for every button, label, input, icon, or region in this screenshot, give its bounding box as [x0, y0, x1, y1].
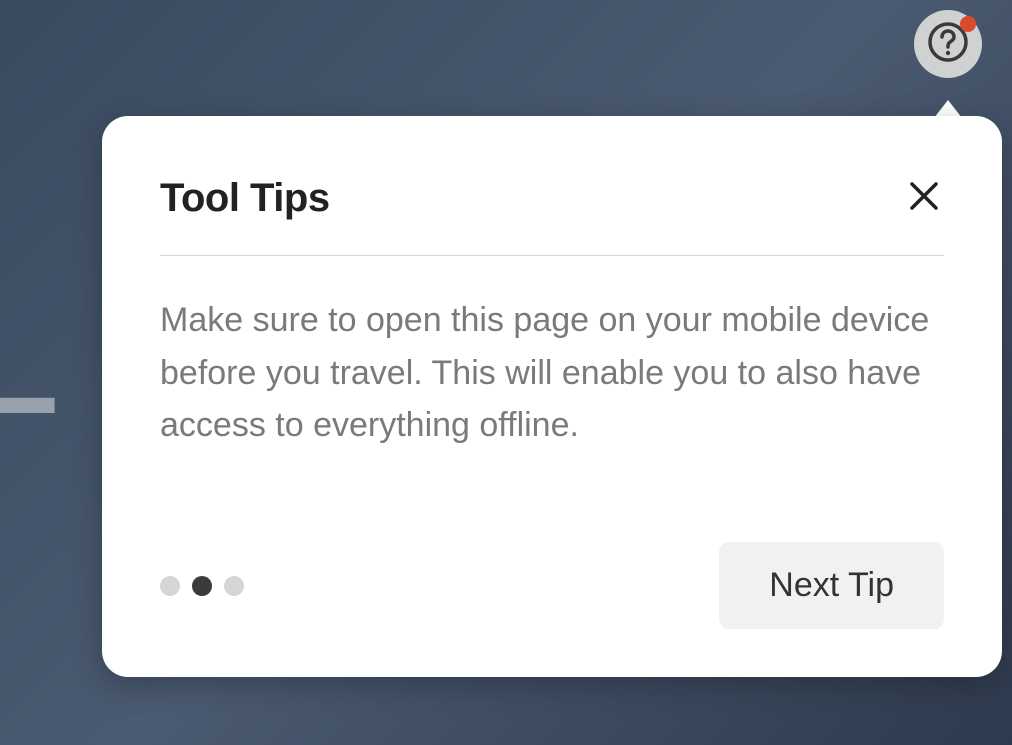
pagination-dot-2[interactable] [192, 576, 212, 596]
popover-body-text: Make sure to open this page on your mobi… [160, 256, 944, 452]
pagination-dot-3[interactable] [224, 576, 244, 596]
background-hero-text-fragment: L [0, 230, 56, 460]
popover-header: Tool Tips [160, 176, 944, 256]
popover-footer: Next Tip [160, 542, 944, 629]
help-button[interactable] [914, 10, 982, 78]
pagination-dot-1[interactable] [160, 576, 180, 596]
notification-dot-icon [960, 16, 976, 32]
popover-title: Tool Tips [160, 176, 330, 221]
close-button[interactable] [904, 179, 944, 219]
pagination-dots [160, 576, 244, 596]
close-icon [909, 181, 939, 216]
tool-tips-popover: Tool Tips Make sure to open this page on… [102, 116, 1002, 677]
next-tip-button[interactable]: Next Tip [719, 542, 944, 629]
